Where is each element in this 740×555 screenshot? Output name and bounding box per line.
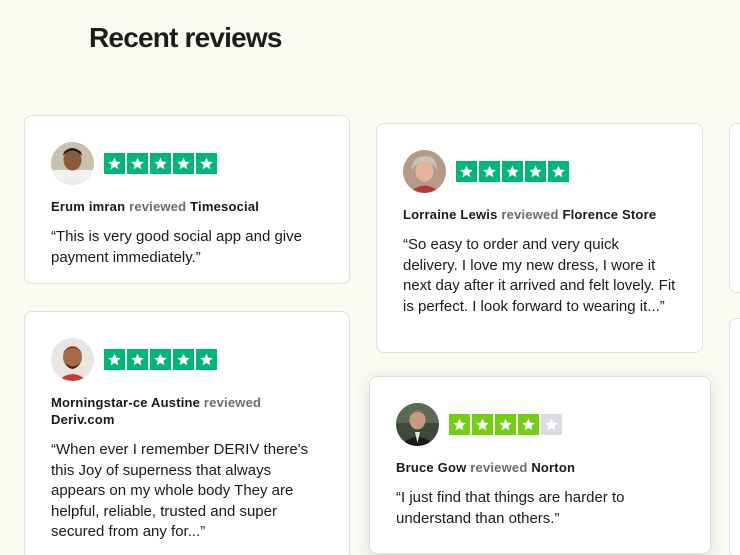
review-header [51,338,323,381]
photo-man-suit-icon [396,403,439,446]
review-text: “So easy to order and very quick deliver… [403,236,676,315]
star-rating [456,161,569,182]
star-icon [502,161,523,182]
star-icon [104,153,125,174]
photo-young-man-icon [51,142,94,185]
star-icon [173,349,194,370]
star-icon [548,161,569,182]
reviews-section: Recent reviews Erum imran reviewed Times… [0,0,740,555]
review-text: “When ever I remember DERIV there's this… [51,441,309,540]
avatar [403,150,446,193]
review-text: “This is very good social app and give p… [51,228,302,266]
company-name[interactable]: Florence Store [562,207,656,222]
review-card-partial[interactable] [729,318,740,555]
star-icon [196,349,217,370]
reviewed-word: reviewed [203,395,262,410]
star-rating [104,153,217,174]
star-icon [173,153,194,174]
review-card-partial[interactable] [729,123,740,293]
review-card[interactable]: Erum imran reviewed Timesocial “This is … [24,115,350,284]
review-header [51,142,323,185]
section-title: Recent reviews [89,22,283,53]
star-icon [456,161,477,182]
star-rating [449,414,562,435]
star-icon [150,349,171,370]
photo-man-icon [51,338,94,381]
star-icon [127,349,148,370]
star-icon [472,414,493,435]
review-text: “I just find that things are harder to u… [396,489,625,527]
star-rating [104,349,217,370]
company-name[interactable]: Deriv.com [51,412,115,427]
review-meta: Bruce Gow reviewed Norton [396,459,684,476]
review-header [403,150,676,193]
star-icon [525,161,546,182]
star-icon [150,153,171,174]
star-icon [541,414,562,435]
reviewed-word: reviewed [470,460,528,475]
review-meta: Morningstar-ce Austine reviewed Deriv.co… [51,394,323,428]
star-icon [104,349,125,370]
avatar [51,338,94,381]
star-icon [196,153,217,174]
star-icon [495,414,516,435]
star-icon [518,414,539,435]
review-meta: Erum imran reviewed Timesocial [51,198,323,215]
review-meta: Lorraine Lewis reviewed Florence Store [403,206,676,223]
reviewer-name[interactable]: Lorraine Lewis [403,207,498,222]
star-icon [449,414,470,435]
reviewer-name[interactable]: Erum imran [51,199,125,214]
review-card[interactable]: Bruce Gow reviewed Norton “I just find t… [369,376,711,554]
review-header [396,403,684,446]
star-icon [127,153,148,174]
review-card[interactable]: Lorraine Lewis reviewed Florence Store “… [376,123,703,353]
company-name[interactable]: Timesocial [190,199,259,214]
reviewer-name[interactable]: Morningstar-ce Austine [51,395,200,410]
reviewed-word: reviewed [129,199,187,214]
avatar [51,142,94,185]
review-card[interactable]: Morningstar-ce Austine reviewed Deriv.co… [24,311,350,555]
photo-older-woman-icon [403,150,446,193]
reviewer-name[interactable]: Bruce Gow [396,460,466,475]
company-name[interactable]: Norton [531,460,575,475]
reviewed-word: reviewed [501,207,559,222]
star-icon [479,161,500,182]
avatar [396,403,439,446]
